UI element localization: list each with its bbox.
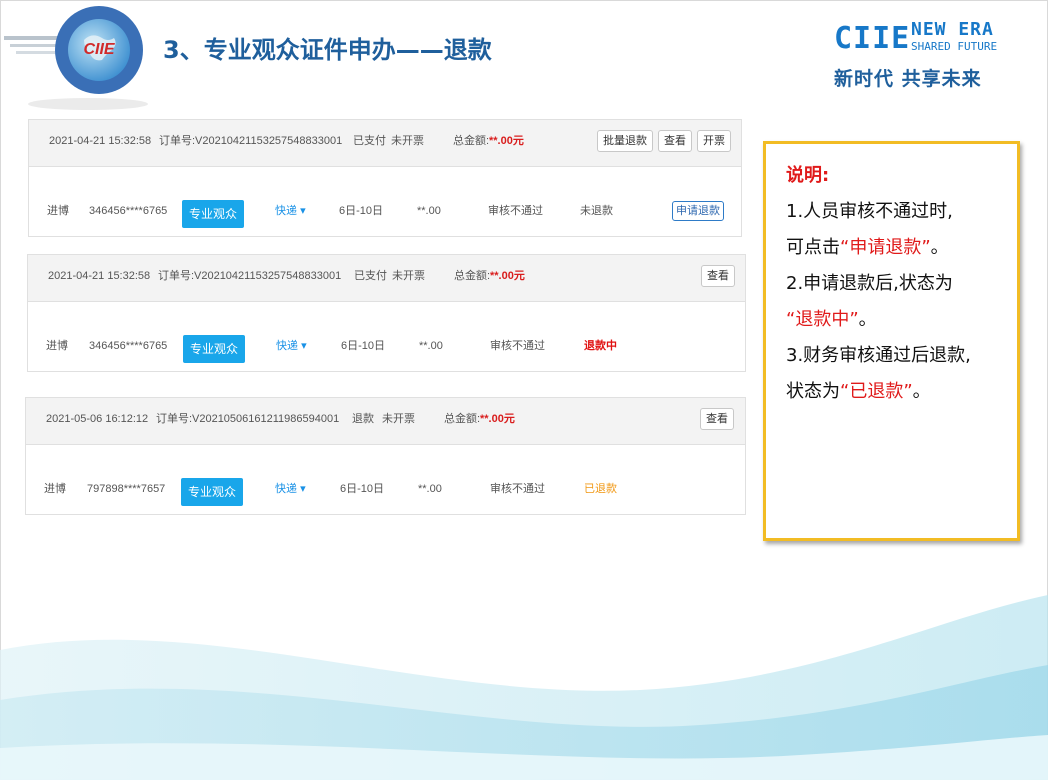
note-line: 可点击“申请退款”。 bbox=[786, 230, 1011, 266]
id-number: 797898****7657 bbox=[87, 483, 166, 495]
total-amount: **.00元 bbox=[490, 270, 525, 282]
delivery-dropdown[interactable]: 快递 ▾ bbox=[275, 204, 306, 218]
note-line: 状态为“已退款”。 bbox=[786, 374, 1011, 410]
review-status: 审核不通过 bbox=[490, 340, 545, 352]
order-item-row: 进博 797898****7657 专业观众 快递 ▾ 6日-10日 **.00… bbox=[26, 445, 745, 514]
note-highlight: “申请退款” bbox=[840, 237, 931, 258]
venue: 进博 bbox=[47, 205, 69, 217]
note-line: 2.申请退款后,状态为 bbox=[786, 273, 953, 294]
note-title: 说明: bbox=[786, 165, 830, 186]
total-label: 总金额: bbox=[453, 135, 490, 147]
professional-visitor-button[interactable]: 专业观众 bbox=[182, 200, 244, 228]
note-text: 可点击 bbox=[786, 237, 840, 258]
order-item-row: 进博 346456****6765 专业观众 快递 ▾ 6日-10日 **.00… bbox=[29, 167, 741, 236]
brand-tagline-en-sub: SHARED FUTURE bbox=[911, 40, 998, 53]
price: **.00 bbox=[418, 483, 442, 495]
order-header: 2021-05-06 16:12:12 订单号: V20210506161211… bbox=[26, 398, 745, 445]
brand-block: CIIE NEW ERA SHARED FUTURE 新时代 共享未来 bbox=[834, 18, 1004, 92]
professional-visitor-button[interactable]: 专业观众 bbox=[181, 478, 243, 506]
total-label: 总金额: bbox=[444, 413, 481, 425]
batch-refund-button[interactable]: 批量退款 bbox=[597, 130, 653, 152]
professional-visitor-button[interactable]: 专业观众 bbox=[183, 335, 245, 363]
total-amount: **.00元 bbox=[489, 135, 524, 147]
venue: 进博 bbox=[44, 483, 66, 495]
price: **.00 bbox=[419, 340, 443, 352]
review-status: 审核不通过 bbox=[490, 483, 545, 495]
delivery-dropdown[interactable]: 快递 ▾ bbox=[276, 339, 307, 353]
delivery-label: 快递 bbox=[276, 340, 298, 352]
note-line: 3.财务审核通过后退款, bbox=[786, 345, 971, 366]
price: **.00 bbox=[417, 205, 441, 217]
order-datetime: 2021-05-06 16:12:12 bbox=[46, 413, 149, 425]
order-item-row: 进博 346456****6765 专业观众 快递 ▾ 6日-10日 **.00… bbox=[28, 302, 745, 371]
caret-down-icon: ▾ bbox=[301, 340, 307, 352]
payment-status: 退款 bbox=[352, 413, 374, 425]
view-button[interactable]: 查看 bbox=[700, 408, 734, 430]
order-header: 2021-04-21 15:32:58 订单号: V20210421153257… bbox=[28, 255, 745, 302]
brand-tagline-cn: 新时代 共享未来 bbox=[834, 68, 982, 90]
delivery-dropdown[interactable]: 快递 ▾ bbox=[275, 482, 306, 496]
note-text: 。 bbox=[912, 381, 931, 402]
order-number-label: 订单号: bbox=[158, 270, 195, 282]
view-button[interactable]: 查看 bbox=[658, 130, 692, 152]
id-number: 346456****6765 bbox=[89, 340, 168, 352]
order-number: V20210421153257548833001 bbox=[195, 135, 343, 147]
note-highlight: “已退款” bbox=[840, 381, 913, 402]
refund-status: 已退款 bbox=[584, 483, 617, 495]
total-amount: **.00元 bbox=[480, 413, 515, 425]
order-number-label: 订单号: bbox=[156, 413, 193, 425]
payment-status: 已支付 bbox=[353, 135, 386, 147]
note-line: “退款中”。 bbox=[786, 302, 1011, 338]
brand-tagline-en: NEW ERA bbox=[911, 19, 994, 40]
svg-text:CIIE: CIIE bbox=[83, 41, 115, 58]
review-status: 审核不通过 bbox=[488, 205, 543, 217]
note-line: 1.人员审核不通过时, bbox=[786, 201, 953, 222]
order-header: 2021-04-21 15:32:58 订单号: V20210421153257… bbox=[29, 120, 741, 167]
venue: 进博 bbox=[46, 340, 68, 352]
view-button[interactable]: 查看 bbox=[701, 265, 735, 287]
date-range: 6日-10日 bbox=[340, 483, 385, 495]
explanation-note: 说明: 1.人员审核不通过时, 可点击“申请退款”。 2.申请退款后,状态为 “… bbox=[763, 141, 1020, 541]
order-number: V20210421153257548833001 bbox=[194, 270, 342, 282]
order-card: 2021-04-21 15:32:58 订单号: V20210421153257… bbox=[28, 119, 742, 237]
invoice-status: 未开票 bbox=[391, 135, 424, 147]
invoice-status: 未开票 bbox=[382, 413, 415, 425]
order-card: 2021-04-21 15:32:58 订单号: V20210421153257… bbox=[27, 254, 746, 372]
order-datetime: 2021-04-21 15:32:58 bbox=[49, 135, 152, 147]
payment-status: 已支付 bbox=[354, 270, 387, 282]
total-label: 总金额: bbox=[454, 270, 491, 282]
ciie-logo: CIIE bbox=[4, 2, 169, 112]
brand-name: CIIE bbox=[834, 21, 911, 56]
delivery-label: 快递 bbox=[275, 205, 297, 217]
note-text: 。 bbox=[858, 309, 877, 330]
note-highlight: “退款中” bbox=[786, 309, 859, 330]
refund-status: 未退款 bbox=[580, 205, 613, 217]
order-number-label: 订单号: bbox=[159, 135, 196, 147]
apply-refund-button[interactable]: 申请退款 bbox=[672, 201, 724, 221]
caret-down-icon: ▾ bbox=[300, 205, 306, 217]
invoice-status: 未开票 bbox=[392, 270, 425, 282]
invoice-button[interactable]: 开票 bbox=[697, 130, 731, 152]
refund-status: 退款中 bbox=[584, 340, 617, 352]
note-text: 。 bbox=[930, 237, 949, 258]
delivery-label: 快递 bbox=[275, 483, 297, 495]
caret-down-icon: ▾ bbox=[300, 483, 306, 495]
date-range: 6日-10日 bbox=[341, 340, 386, 352]
order-datetime: 2021-04-21 15:32:58 bbox=[48, 270, 151, 282]
page-title: 3、专业观众证件申办——退款 bbox=[163, 36, 492, 64]
date-range: 6日-10日 bbox=[339, 205, 384, 217]
order-card: 2021-05-06 16:12:12 订单号: V20210506161211… bbox=[25, 397, 746, 515]
note-text: 状态为 bbox=[786, 381, 840, 402]
order-number: V20210506161211986594001 bbox=[192, 413, 340, 425]
id-number: 346456****6765 bbox=[89, 205, 168, 217]
